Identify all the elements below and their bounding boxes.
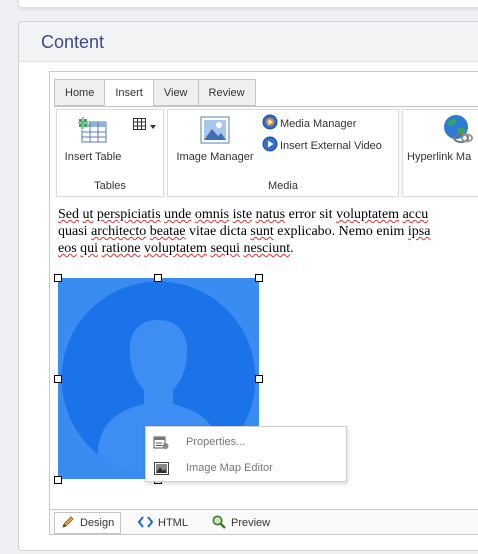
hyperlink-manager-button[interactable]: Hyperlink Ma [407,114,478,163]
pencil-icon [61,515,75,532]
properties-icon [152,434,170,450]
editor-mode-bar: Design HTML Preview [50,509,478,534]
mode-html-label: HTML [158,517,188,529]
image-manager-icon [200,116,230,147]
globe-link-icon [441,114,478,147]
code-brackets-icon [137,515,154,531]
tab-home[interactable]: Home [54,79,105,106]
resize-handle-w[interactable] [54,375,62,383]
play-video-icon [262,136,278,155]
resize-handle-nw[interactable] [54,274,62,282]
media-manager-label: Media Manager [280,117,357,130]
resize-handle-e[interactable] [255,375,263,383]
insert-table-button[interactable]: Insert Table [61,116,125,163]
insert-table-label: Insert Table [64,151,122,163]
table-dropdown-button[interactable] [133,118,156,133]
tab-insert[interactable]: Insert [104,79,153,106]
image-context-menu: Properties... Image Map Editor [145,426,347,482]
content-line-3: eos qui ratione voluptatem sequi nesciun… [58,241,294,256]
context-menu-properties[interactable]: Properties... [146,429,346,455]
insert-table-icon [77,116,108,147]
ribbon-tabs: Home Insert View Review [54,79,256,106]
media-group: Image Manager Media Manager Insert Exter… [167,109,399,197]
magnifier-icon [212,515,226,532]
hyperlink-manager-label: Hyperlink Ma [407,151,472,163]
resize-handle-n[interactable] [154,274,162,282]
media-manager-button[interactable]: Media Manager [262,114,356,133]
ribbon-toolbar: Insert Table Tables Image Manager Media … [54,106,478,198]
resize-handle-ne[interactable] [255,274,263,282]
content-line-2: quasi architecto beatae vitae dicta sunt… [58,224,431,239]
mode-preview[interactable]: Preview [206,512,276,534]
mode-preview-label: Preview [231,517,271,529]
content-panel: Content Home Insert View Review Insert T… [18,21,478,551]
tables-group-label: Tables [94,180,126,192]
mode-design[interactable]: Design [54,512,122,534]
tables-group: Insert Table Tables [56,109,164,197]
image-manager-button[interactable]: Image Manager [172,116,258,163]
media-manager-icon [262,114,278,133]
chevron-down-icon [150,120,156,132]
editor-content[interactable]: Sed ut perspiciatis unde omnis iste natu… [58,206,478,257]
rich-text-editor: Home Insert View Review Insert Table Tab… [49,71,478,535]
mode-design-label: Design [80,517,115,529]
insert-external-video-button[interactable]: Insert External Video [262,136,382,155]
links-group: Hyperlink Ma [402,109,478,197]
properties-label: Properties... [186,436,246,448]
previous-section-card [18,0,478,8]
mode-html[interactable]: HTML [132,512,194,534]
context-menu-image-map-editor[interactable]: Image Map Editor [146,455,346,481]
panel-title: Content [19,22,478,62]
tab-view[interactable]: View [152,79,198,106]
table-grid-icon [133,118,147,133]
image-map-editor-label: Image Map Editor [186,462,273,474]
image-map-icon [152,460,170,476]
content-line-1: Sed ut perspiciatis unde omnis iste natu… [58,207,429,222]
insert-external-video-label: Insert External Video [280,139,382,152]
tab-review[interactable]: Review [197,79,256,106]
media-group-label: Media [268,180,298,192]
resize-handle-sw[interactable] [54,476,62,484]
image-manager-label: Image Manager [176,151,254,163]
